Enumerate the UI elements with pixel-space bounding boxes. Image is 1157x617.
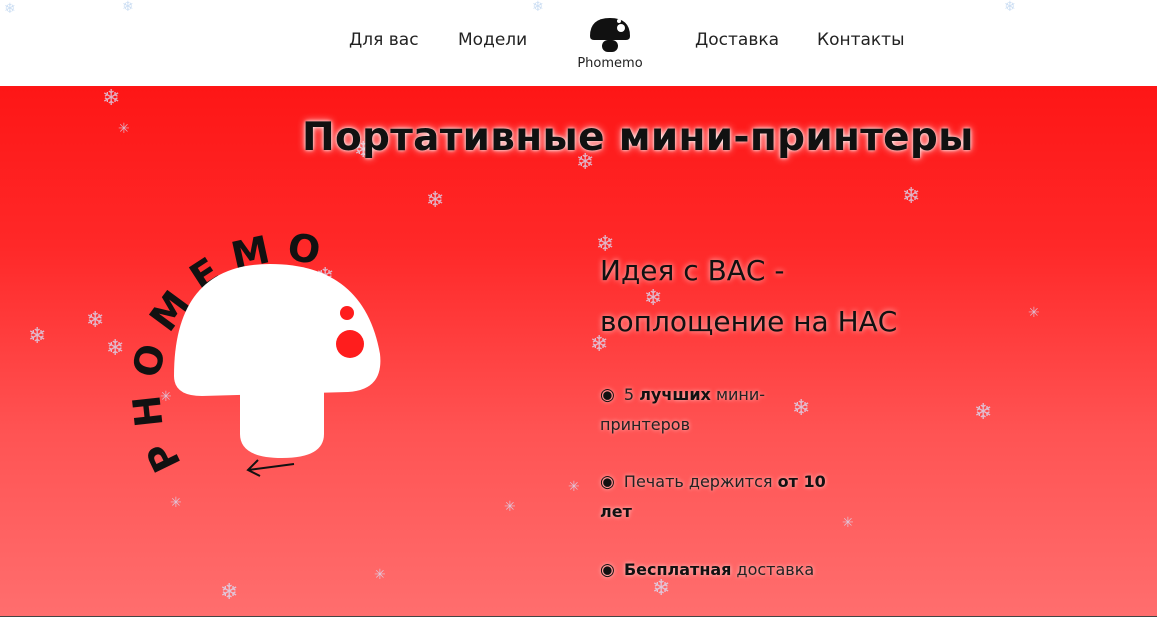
feature-item: ◉ 5 лучших мини-принтеров [600, 380, 840, 440]
brand-graphic: PHOMEMO [123, 224, 381, 479]
snowflake-icon: ❄ [122, 0, 134, 15]
snowflake-icon: ✳ [504, 499, 516, 515]
bullet-icon: ◉ [600, 560, 615, 580]
mushroom-icon [590, 18, 630, 52]
nav-link-delivery[interactable]: Доставка [695, 30, 779, 50]
snowflake-icon: ✳ [1028, 305, 1040, 321]
hero-title: Портативные мини-принтеры [302, 115, 974, 160]
brand-logo[interactable]: Phomemo [572, 12, 648, 74]
snowflake-icon: ✳ [118, 121, 130, 137]
nav-link-models[interactable]: Модели [458, 30, 527, 50]
hero-tagline: Идея с ВАС - воплощение на НАС [600, 245, 960, 347]
site-header: ❄ ❄ ❄ ❄ Для вас Модели Phomemo Доставка … [0, 0, 1157, 86]
snowflake-icon: ❄ [102, 86, 121, 111]
arrow-left-icon [246, 459, 295, 477]
feature-item: ◉ Бесплатная доставка [600, 555, 840, 585]
snowflake-icon: ❄ [220, 580, 239, 605]
feature-text: 5 [618, 385, 640, 404]
tagline-line-2: воплощение на НАС [600, 305, 898, 338]
hero-section: ❄ ✳ ❄ ❄ ❄ ❄ ❄ ❄ ❄ ❄ ❄ ❄ ✳ ❄ ❄ ❄ ❄ ✳ ✳ ✳ … [0, 86, 1157, 617]
snowflake-icon: ✳ [568, 479, 580, 495]
bullet-icon: ◉ [600, 472, 615, 492]
snowflake-icon: ❄ [532, 0, 544, 15]
feature-text: Печать держится [618, 472, 778, 491]
bullet-icon: ◉ [600, 385, 615, 405]
snowflake-icon: ❄ [974, 400, 993, 425]
tagline-line-1: Идея с ВАС - [600, 254, 785, 287]
mushroom-icon [174, 264, 381, 458]
snowflake-icon: ✳ [842, 515, 854, 531]
nav-link-for-you[interactable]: Для вас [349, 30, 419, 50]
snowflake-icon: ❄ [4, 1, 16, 17]
feature-item: ◉ Печать держится от 10 лет [600, 467, 840, 527]
feature-text-bold: Бесплатная [623, 560, 732, 579]
snowflake-icon: ❄ [902, 184, 921, 209]
nav-link-contacts[interactable]: Контакты [817, 30, 905, 50]
snowflake-icon: ❄ [86, 308, 105, 333]
logo-text: Phomemo [577, 56, 643, 71]
snowflake-icon: ❄ [28, 324, 47, 349]
feature-text: доставка [731, 560, 815, 579]
feature-text-bold: лучших [639, 385, 711, 404]
snowflake-icon: ❄ [1004, 0, 1016, 15]
snowflake-icon: ✳ [374, 567, 386, 583]
